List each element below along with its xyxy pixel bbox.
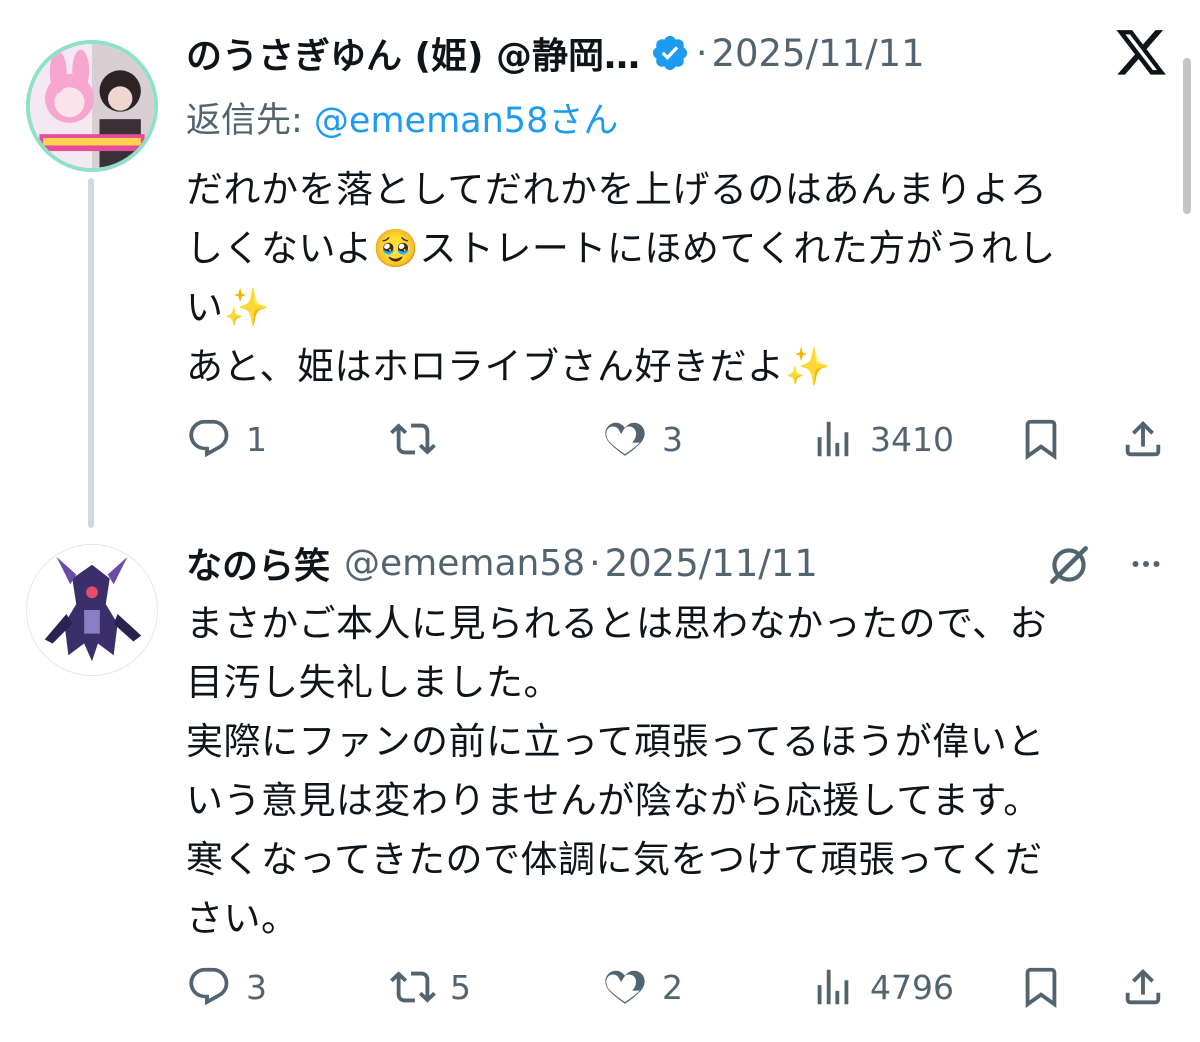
like-count: 2 bbox=[662, 967, 683, 1007]
reply-count: 3 bbox=[246, 967, 267, 1007]
reply-icon bbox=[189, 419, 229, 458]
tweet2-body: まさかご本人に見られるとは思わなかったので、お 目汚し失礼しました。 実際にファ… bbox=[186, 602, 1048, 940]
tweet-date[interactable]: 2025/11/11 bbox=[711, 32, 924, 75]
share-button[interactable] bbox=[1120, 416, 1166, 462]
reply-count: 1 bbox=[246, 419, 267, 459]
tweet2-header: なのら笑 @ememan58 · 2025/11/11 bbox=[186, 538, 818, 588]
dot-separator: · bbox=[695, 32, 708, 74]
display-name[interactable]: なのら笑 bbox=[186, 537, 330, 589]
heart-icon bbox=[605, 970, 645, 1004]
retweet-icon bbox=[390, 423, 436, 455]
avatar-tweet1[interactable] bbox=[26, 40, 158, 172]
tweet-date[interactable]: 2025/11/11 bbox=[605, 542, 818, 585]
grok-icon[interactable] bbox=[1044, 540, 1094, 590]
retweet-button[interactable]: 5 bbox=[390, 964, 471, 1010]
views-count: 4796 bbox=[870, 967, 954, 1007]
x-logo-icon[interactable] bbox=[1116, 30, 1168, 78]
reply-button[interactable]: 1 bbox=[186, 416, 267, 462]
views-icon bbox=[817, 969, 849, 1005]
reply-to-mention[interactable]: @ememan58 bbox=[314, 101, 548, 141]
retweet-button[interactable] bbox=[390, 416, 450, 462]
bookmark-button[interactable] bbox=[1018, 964, 1064, 1010]
like-button[interactable]: 2 bbox=[602, 964, 683, 1010]
reply-to-prefix: 返信先: bbox=[186, 101, 314, 141]
verified-badge-icon bbox=[652, 35, 688, 71]
avatar-tweet2[interactable] bbox=[26, 544, 158, 676]
display-name[interactable]: のうさぎゆん (姫) @静岡… bbox=[186, 27, 640, 79]
tweet-thread: のうさぎゆん (姫) @静岡… · 2025/11/11 返信先: @emema… bbox=[0, 0, 1200, 1042]
more-icon[interactable] bbox=[1124, 546, 1168, 582]
reply-icon bbox=[189, 967, 229, 1006]
reply-to-line: 返信先: @ememan58さん bbox=[186, 92, 618, 143]
views-icon bbox=[817, 421, 849, 457]
scrollbar[interactable] bbox=[1183, 58, 1191, 214]
retweet-count: 5 bbox=[450, 967, 471, 1007]
reply-to-suffix: さん bbox=[548, 101, 619, 141]
heart-icon bbox=[605, 422, 645, 456]
tweet1-body: だれかを落としてだれかを上げるのはあんまりよろ しくないよ🥹ストレートにほめてく… bbox=[186, 168, 1056, 388]
bookmark-icon bbox=[1025, 419, 1057, 460]
share-button[interactable] bbox=[1120, 964, 1166, 1010]
bookmark-button[interactable] bbox=[1018, 416, 1064, 462]
user-handle[interactable]: @ememan58 bbox=[344, 543, 585, 584]
dot-separator: · bbox=[589, 542, 601, 584]
bookmark-icon bbox=[1025, 967, 1057, 1008]
tweet1-header: のうさぎゆん (姫) @静岡… · 2025/11/11 bbox=[186, 28, 925, 78]
thread-connector-line bbox=[88, 178, 94, 528]
retweet-icon bbox=[390, 971, 436, 1003]
like-button[interactable]: 3 bbox=[602, 416, 683, 462]
share-icon bbox=[1125, 420, 1161, 457]
views-button[interactable]: 4796 bbox=[810, 964, 954, 1010]
views-count: 3410 bbox=[870, 419, 954, 459]
views-button[interactable]: 3410 bbox=[810, 416, 954, 462]
like-count: 3 bbox=[662, 419, 683, 459]
share-icon bbox=[1125, 968, 1161, 1005]
reply-button[interactable]: 3 bbox=[186, 964, 267, 1010]
